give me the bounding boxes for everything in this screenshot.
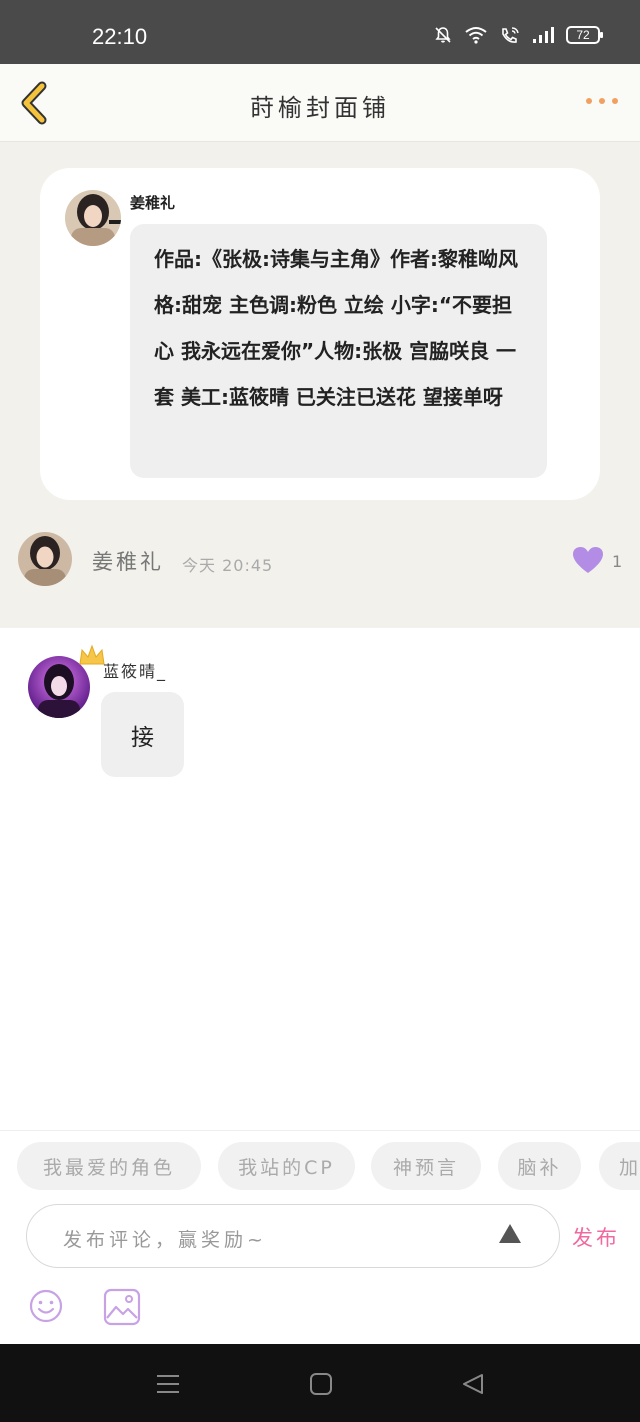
author-name: 姜稚礼 — [92, 550, 164, 574]
bell-off-icon — [435, 27, 451, 43]
battery-level: 72 — [576, 28, 590, 42]
wifi-icon — [465, 27, 487, 44]
comment-bubble: 接 — [101, 692, 184, 777]
tag-imagination[interactable]: 脑补 — [498, 1142, 581, 1190]
commenter-name: 蓝筱晴_ — [103, 662, 168, 681]
like-count: 1 — [612, 552, 623, 571]
status-time: 22:10 — [92, 24, 148, 49]
tag-row: 我最爱的角色 我站的CP 神预言 脑补 加 — [0, 1130, 640, 1200]
battery-icon: 72 — [566, 26, 603, 44]
tag-favorite-character[interactable]: 我最爱的角色 — [17, 1142, 201, 1190]
triangle-send-icon[interactable] — [497, 1221, 523, 1247]
avatar[interactable] — [65, 190, 121, 246]
system-nav-bar — [0, 1344, 640, 1422]
commenter-avatar-wrap[interactable] — [28, 644, 105, 718]
comment-text: 接 — [131, 724, 154, 751]
more-button[interactable] — [586, 98, 618, 104]
back-triangle-icon[interactable] — [461, 1372, 485, 1396]
image-button[interactable] — [103, 1288, 141, 1330]
comment-input[interactable]: 发布评论，赢奖励~ — [26, 1204, 560, 1268]
avatar-image — [65, 190, 121, 246]
comment-input-placeholder: 发布评论，赢奖励~ — [63, 1229, 267, 1251]
tag-my-cp[interactable]: 我站的CP — [218, 1142, 355, 1190]
status-icons: 72 — [434, 26, 603, 44]
author-row: 姜稚礼 今天 20:45 1 — [0, 522, 640, 592]
post-time: 今天 20:45 — [182, 556, 274, 575]
page-title: 莳榆封面铺 — [250, 94, 390, 122]
menu-icon[interactable] — [155, 1372, 181, 1396]
avatar-image — [18, 532, 72, 586]
nav-bar: 莳榆封面铺 — [0, 64, 640, 142]
signal-icon — [533, 27, 554, 43]
smiley-icon — [29, 1289, 63, 1323]
post-card: 姜稚礼 作品:《张极:诗集与主角》作者:黎稚呦风格:甜宠 主色调:粉色 立绘 小… — [40, 168, 600, 500]
post-text: 作品:《张极:诗集与主角》作者:黎稚呦风格:甜宠 主色调:粉色 立绘 小字:“不… — [154, 247, 518, 409]
poster-name: 姜稚礼 — [130, 194, 176, 212]
post-area: 姜稚礼 作品:《张极:诗集与主角》作者:黎稚呦风格:甜宠 主色调:粉色 立绘 小… — [0, 142, 640, 628]
tag-more[interactable]: 加 — [599, 1142, 640, 1190]
emoji-button[interactable] — [28, 1288, 64, 1328]
home-square-icon[interactable] — [309, 1372, 333, 1396]
more-dots-icon — [586, 98, 592, 104]
post-bubble: 作品:《张极:诗集与主角》作者:黎稚呦风格:甜宠 主色调:粉色 立绘 小字:“不… — [130, 224, 547, 478]
tag-prophecy[interactable]: 神预言 — [371, 1142, 481, 1190]
heart-icon — [573, 547, 603, 573]
image-icon — [103, 1288, 141, 1326]
phone-wifi-icon — [502, 27, 519, 43]
status-bar: 22:10 72 — [0, 0, 640, 64]
publish-button[interactable]: 发布 — [572, 1222, 620, 1252]
like-button[interactable] — [572, 546, 604, 578]
author-avatar[interactable] — [18, 532, 72, 586]
crown-icon — [79, 644, 105, 665]
